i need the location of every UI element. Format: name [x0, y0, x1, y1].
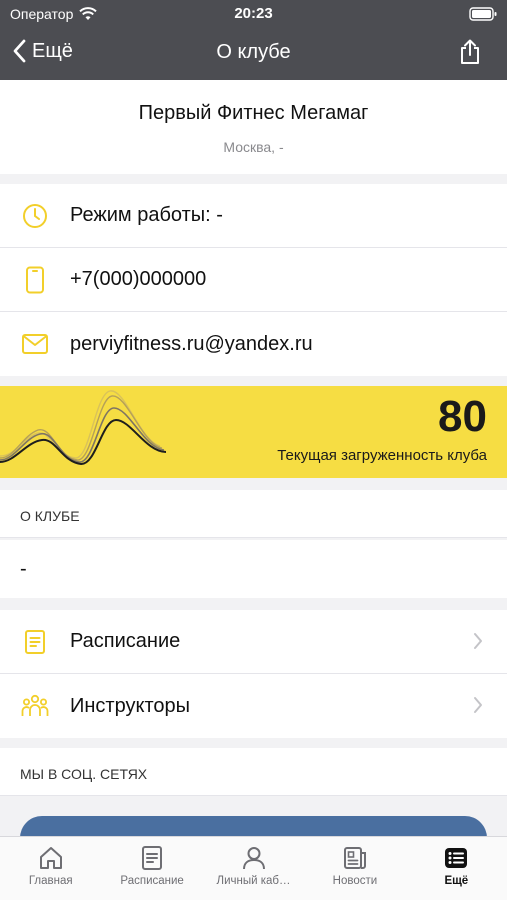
- instructors-link[interactable]: Инструкторы: [0, 674, 507, 738]
- email-address[interactable]: perviyfitness.ru@yandex.ru: [70, 333, 313, 356]
- document-icon: [25, 629, 45, 654]
- club-name: Первый Фитнес Мегамаг: [138, 102, 369, 124]
- load-wave-graphic: [0, 390, 167, 466]
- tab-news-label: Новости: [332, 875, 378, 887]
- tab-home-label: Главная: [28, 875, 73, 887]
- schedule-link[interactable]: Расписание: [0, 610, 507, 674]
- chevron-right-icon: [474, 697, 482, 713]
- battery-icon: [469, 7, 497, 21]
- tab-home[interactable]: Главная: [0, 837, 101, 900]
- club-info: Режим работы: - +7(000)000000 perviyfitn…: [0, 184, 507, 376]
- clock-icon: [23, 203, 47, 228]
- chevron-right-icon: [474, 633, 482, 649]
- club-load-banner: 80 Текущая загруженность клуба: [0, 386, 507, 478]
- working-hours: Режим работы: -: [70, 204, 223, 226]
- tab-more-label: Ещё: [444, 875, 469, 887]
- tab-bar: Главная Расписание Личный каб… Новости Е…: [0, 836, 507, 900]
- club-header: Первый Фитнес Мегамаг Москва, -: [0, 80, 507, 174]
- schedule-icon: [142, 846, 163, 870]
- navigation-bar: Ещё О клубе: [0, 28, 507, 80]
- about-text: -: [0, 540, 507, 598]
- mail-icon: [22, 334, 48, 354]
- schedule-label: Расписание: [70, 630, 181, 652]
- load-caption: Текущая загруженность клуба: [277, 447, 487, 464]
- tab-schedule[interactable]: Расписание: [101, 837, 202, 900]
- club-city: Москва, -: [223, 139, 284, 155]
- tab-profile[interactable]: Личный каб…: [203, 837, 304, 900]
- club-links: Расписание Инструкторы: [0, 610, 507, 738]
- tab-schedule-label: Расписание: [120, 875, 184, 887]
- tab-profile-label: Личный каб…: [216, 875, 291, 887]
- home-icon: [39, 847, 62, 869]
- phone-row[interactable]: +7(000)000000: [0, 248, 507, 312]
- clock: 20:23: [234, 5, 273, 22]
- people-icon: [21, 694, 49, 716]
- tab-more[interactable]: Ещё: [406, 837, 507, 900]
- news-icon: [343, 847, 366, 869]
- share-icon[interactable]: [459, 39, 481, 65]
- page-title: О клубе: [216, 41, 291, 63]
- tab-news[interactable]: Новости: [304, 837, 405, 900]
- instructors-label: Инструкторы: [70, 694, 191, 717]
- profile-icon: [242, 847, 265, 870]
- status-bar: Оператор 20:23: [0, 0, 507, 28]
- social-header: МЫ В СОЦ. СЕТЯХ: [0, 748, 507, 796]
- email-row[interactable]: perviyfitness.ru@yandex.ru: [0, 312, 507, 376]
- phone-number[interactable]: +7(000)000000: [70, 268, 206, 291]
- about-header: О КЛУБЕ: [0, 490, 507, 538]
- working-hours-row: Режим работы: -: [0, 184, 507, 248]
- more-icon: [445, 848, 468, 868]
- load-value: 80: [438, 392, 487, 441]
- phone-icon: [26, 266, 44, 293]
